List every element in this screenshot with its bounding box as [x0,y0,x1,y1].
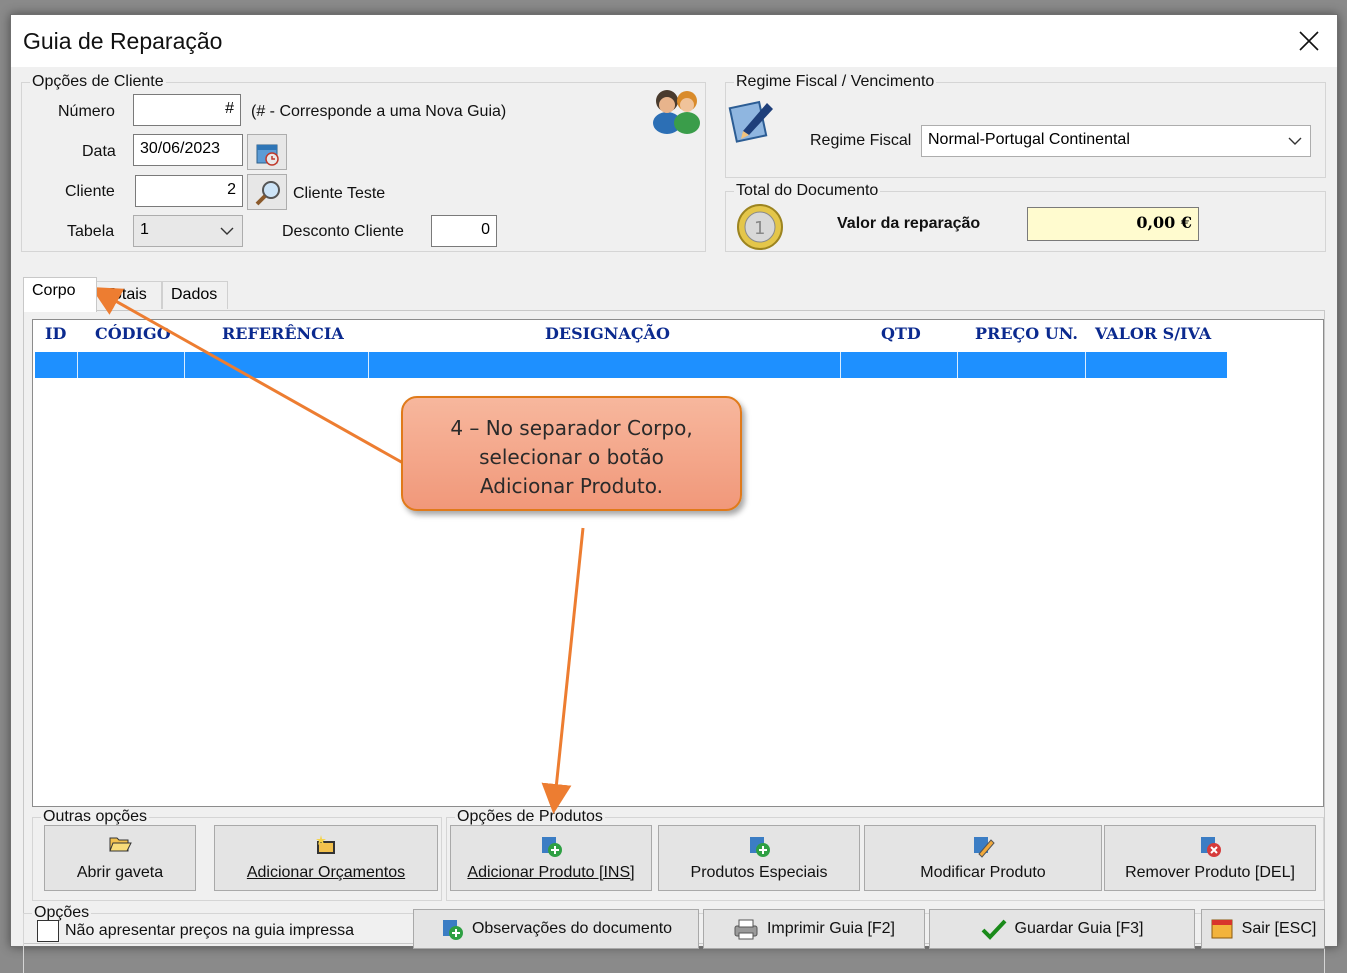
save-guide-label: Guardar Guia [F3] [1014,920,1144,937]
tab-corpo[interactable]: Corpo [23,277,97,312]
total-legend: Total do Documento [734,182,881,200]
cliente-field[interactable]: 2 [135,175,243,207]
cell-designacao [369,352,841,378]
modify-product-label: Modificar Produto [920,864,1046,881]
tab-dados[interactable]: Dados [162,281,228,309]
cell-valor [1086,352,1225,378]
close-icon [1299,31,1319,51]
euro-coin-icon: 1 [737,204,783,250]
column-referencia[interactable]: REFERÊNCIA [222,324,344,343]
magnifier-icon [255,181,280,206]
checkmark-icon [981,919,1006,940]
title-bar: Guia de Reparação [11,15,1337,67]
tab-totais[interactable]: Totais [96,281,162,309]
desconto-label: Desconto Cliente [282,223,404,240]
tabela-select[interactable]: 1 [133,215,243,247]
notes-icon [442,920,463,940]
fiscal-document-icon [728,100,773,143]
exit-label: Sair [ESC] [1241,920,1317,937]
printer-icon [734,919,758,940]
client-options-legend: Opções de Cliente [30,73,166,91]
valor-label: Valor da reparação [837,215,981,232]
cell-codigo [78,352,185,378]
regime-label: Regime Fiscal [810,132,912,149]
date-field[interactable]: 30/06/2023 [133,134,243,166]
annotation-text: 4 – No separador Corpo, selecionar o bot… [450,416,693,498]
data-label: Data [82,143,116,160]
document-notes-button[interactable]: Observações do documento [413,909,699,949]
special-products-icon [750,837,770,857]
special-products-label: Produtos Especiais [690,864,828,881]
modify-product-button[interactable]: Modificar Produto [864,825,1102,891]
open-folder-icon [109,837,132,852]
chevron-down-icon [220,227,234,235]
numero-label: Número [58,103,115,120]
edit-pencil-icon [974,837,995,858]
svg-text:1: 1 [754,218,765,239]
products-grid[interactable]: ID CÓDIGO REFERÊNCIA DESIGNAÇÃO QTD PREÇ… [32,319,1324,807]
column-codigo[interactable]: CÓDIGO [95,324,171,343]
column-id[interactable]: ID [45,324,66,343]
document-notes-label: Observações do documento [471,920,673,937]
open-drawer-label: Abrir gaveta [76,864,164,881]
add-quotes-label: Adicionar Orçamentos [246,864,406,881]
cell-id [35,352,78,378]
client-name: Cliente Teste [293,185,386,202]
special-products-button[interactable]: Produtos Especiais [658,825,860,891]
total-group: Total do Documento [725,182,1326,252]
column-qtd[interactable]: QTD [881,324,921,343]
other-options-legend: Outras opções [41,808,150,826]
tabela-label: Tabela [67,223,115,240]
grid-header: ID CÓDIGO REFERÊNCIA DESIGNAÇÃO QTD PREÇ… [33,320,1225,352]
fiscal-legend: Regime Fiscal / Vencimento [734,73,937,91]
product-options-legend: Opções de Produtos [455,808,605,826]
cliente-label: Cliente [65,183,115,200]
add-product-label: Adicionar Produto [INS] [467,864,635,881]
cell-referencia [185,352,369,378]
window-title: Guia de Reparação [23,28,223,54]
add-quotes-button[interactable]: Adicionar Orçamentos [214,825,438,891]
hide-prices-label: Não apresentar preços na guia impressa [65,922,355,939]
calendar-button[interactable] [247,134,287,170]
remove-product-label: Remover Produto [DEL] [1125,864,1295,881]
cell-preco [958,352,1086,378]
column-designacao[interactable]: DESIGNAÇÃO [545,324,670,343]
print-guide-button[interactable]: Imprimir Guia [F2] [703,909,925,949]
open-drawer-button[interactable]: Abrir gaveta [44,825,196,891]
regime-value: Normal-Portugal Continental [928,131,1130,148]
table-row[interactable] [35,352,1227,378]
tabela-value: 1 [140,221,149,238]
column-preco[interactable]: PREÇO UN. [975,324,1078,343]
search-client-button[interactable] [247,174,287,210]
exit-button[interactable]: Sair [ESC] [1201,909,1325,949]
exit-door-icon [1211,919,1233,939]
folder-star-icon [316,835,335,854]
desconto-field[interactable]: 0 [431,215,497,247]
numero-field[interactable]: # [133,94,241,126]
hide-prices-checkbox[interactable] [37,920,59,942]
remove-product-button[interactable]: Remover Produto [DEL] [1104,825,1316,891]
save-guide-button[interactable]: Guardar Guia [F3] [929,909,1195,949]
add-product-icon [542,837,562,857]
valor-field: 0,00 € [1027,207,1199,241]
chevron-down-icon [1288,137,1302,145]
cell-qtd [841,352,958,378]
numero-hint: (# - Corresponde a uma Nova Guia) [251,103,507,120]
print-guide-label: Imprimir Guia [F2] [766,920,895,937]
calendar-icon [256,144,279,166]
column-valor[interactable]: VALOR S/IVA [1095,324,1211,343]
close-button[interactable] [1287,21,1331,61]
regime-select[interactable]: Normal-Portugal Continental [921,125,1311,157]
add-product-button[interactable]: Adicionar Produto [INS] [450,825,652,891]
annotation-callout: 4 – No separador Corpo, selecionar o bot… [401,396,742,511]
remove-product-icon [1201,837,1221,857]
users-icon [653,90,700,134]
